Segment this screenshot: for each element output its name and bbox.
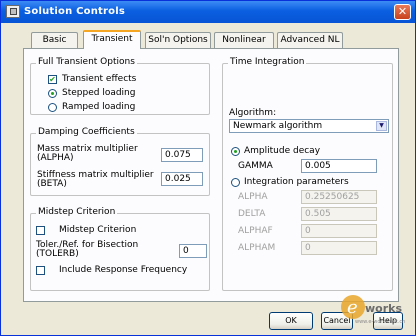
time-integration-title: Time Integration bbox=[228, 57, 307, 67]
close-button[interactable]: ✕ bbox=[394, 4, 411, 20]
damping-group: Damping Coefficients Mass matrix multipl… bbox=[30, 127, 210, 196]
svg-text:e: e bbox=[347, 297, 358, 318]
transient-effects-label: Transient effects bbox=[62, 74, 137, 84]
time-integration-group: Time Integration Algorithm: Newmark algo… bbox=[222, 57, 393, 291]
solution-controls-dialog: Solution Controls ✕ Basic Transient Sol'… bbox=[0, 0, 416, 336]
delta-label: DELTA bbox=[238, 209, 266, 219]
stiffness-matrix-sublabel: (BETA) bbox=[37, 179, 67, 189]
midstep-group: Midstep Criterion Midstep Criterion Tole… bbox=[30, 207, 210, 291]
gamma-label: GAMMA bbox=[238, 161, 273, 171]
window-title: Solution Controls bbox=[24, 6, 125, 17]
integration-params-radio[interactable] bbox=[231, 178, 240, 187]
amplitude-decay-label: Amplitude decay bbox=[244, 146, 321, 156]
integration-params-label: Integration parameters bbox=[244, 177, 349, 187]
full-transient-title: Full Transient Options bbox=[36, 57, 137, 67]
svg-text:works: works bbox=[365, 302, 402, 315]
toler-sublabel: (TOLERB) bbox=[36, 249, 79, 259]
transient-effects-checkbox[interactable]: ✔ bbox=[48, 75, 57, 84]
stepped-loading-label: Stepped loading bbox=[62, 88, 136, 98]
include-response-checkbox[interactable] bbox=[36, 266, 45, 275]
alphaf-input[interactable]: 0 bbox=[301, 224, 377, 238]
tolerb-input[interactable]: 0 bbox=[179, 244, 207, 258]
alpha-label: ALPHA bbox=[238, 192, 268, 202]
midstep-label: Midstep Criterion bbox=[59, 225, 137, 235]
algorithm-value: Newmark algorithm bbox=[233, 121, 323, 131]
tab-nonlinear[interactable]: Nonlinear bbox=[214, 32, 274, 48]
midstep-checkbox[interactable] bbox=[36, 226, 45, 235]
delta-input[interactable]: 0.505 bbox=[301, 207, 377, 221]
chevron-down-icon[interactable]: ▼ bbox=[376, 121, 387, 131]
ok-button[interactable]: OK bbox=[269, 312, 313, 330]
amplitude-decay-radio[interactable] bbox=[231, 147, 240, 156]
algorithm-select[interactable]: Newmark algorithm ▼ bbox=[229, 119, 389, 133]
title-bar[interactable]: Solution Controls ✕ bbox=[1, 1, 415, 23]
app-icon bbox=[6, 5, 20, 18]
tab-advanced-nl[interactable]: Advanced NL bbox=[277, 32, 343, 48]
alpha-input[interactable]: 0.075 bbox=[161, 148, 203, 162]
ramped-loading-label: Ramped loading bbox=[62, 102, 136, 112]
algorithm-label: Algorithm: bbox=[229, 108, 277, 118]
alpha-param-input[interactable]: 0.25250625 bbox=[301, 190, 377, 204]
tab-transient[interactable]: Transient bbox=[83, 30, 141, 49]
ramped-loading-radio[interactable] bbox=[48, 103, 57, 112]
tab-basic[interactable]: Basic bbox=[31, 32, 78, 48]
include-response-label: Include Response Frequency bbox=[59, 265, 188, 275]
alpham-input[interactable]: 0 bbox=[301, 241, 377, 255]
gamma-input[interactable]: 0.005 bbox=[301, 159, 377, 173]
svg-text:www.e-works.net.cn: www.e-works.net.cn bbox=[355, 319, 405, 325]
midstep-title: Midstep Criterion bbox=[36, 207, 118, 217]
transient-tab-panel: Full Transient Options ✔ Transient effec… bbox=[23, 48, 399, 302]
alphaf-label: ALPHAF bbox=[238, 226, 273, 236]
e-works-logo: e works www.e-works.net.cn bbox=[341, 295, 405, 325]
stepped-loading-radio[interactable] bbox=[48, 89, 57, 98]
damping-title: Damping Coefficients bbox=[36, 127, 137, 137]
full-transient-group: Full Transient Options ✔ Transient effec… bbox=[30, 57, 210, 115]
tab-soln-options[interactable]: Sol'n Options bbox=[145, 32, 211, 48]
beta-input[interactable]: 0.025 bbox=[161, 172, 203, 186]
mass-matrix-sublabel: (ALPHA) bbox=[37, 153, 74, 163]
alpham-label: ALPHAM bbox=[238, 243, 276, 253]
